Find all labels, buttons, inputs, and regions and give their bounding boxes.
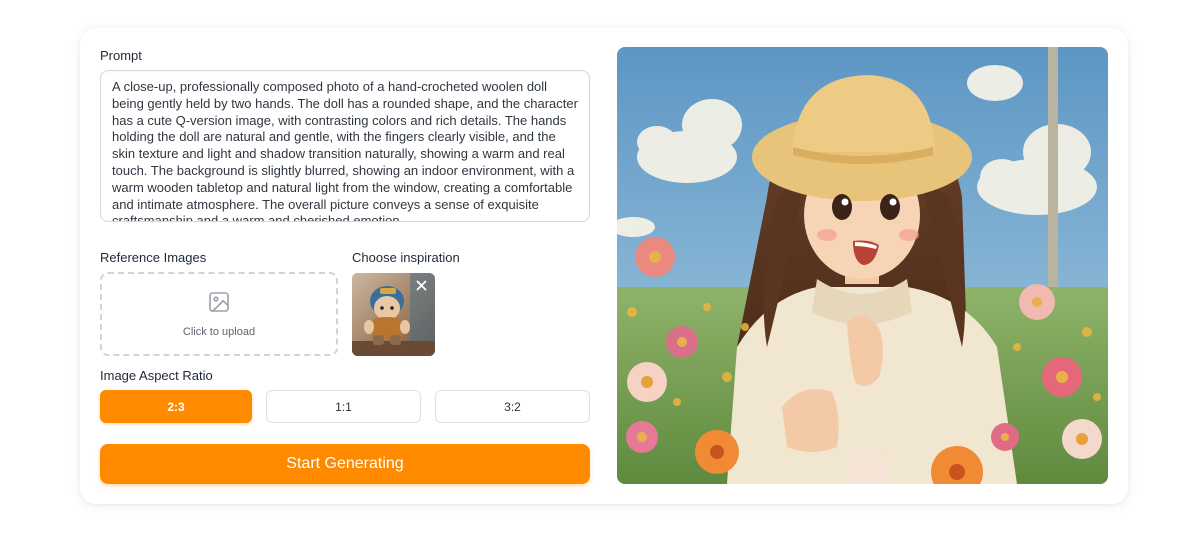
ratio-option-2-3[interactable]: 2:3: [100, 390, 252, 423]
anime-girl-flower-field-image: [617, 47, 1108, 484]
remove-inspiration-button[interactable]: [411, 277, 431, 297]
upload-hint: Click to upload: [182, 326, 256, 338]
close-icon: [416, 278, 427, 296]
choose-inspiration-label: Choose inspiration: [352, 250, 460, 265]
ratio-option-1-1[interactable]: 1:1: [266, 390, 421, 423]
prompt-label: Prompt: [100, 48, 142, 63]
generator-card: Prompt A close-up, professionally compos…: [80, 28, 1128, 504]
aspect-ratio-options: 2:3 1:1 3:2: [100, 390, 590, 423]
ratio-option-3-2[interactable]: 3:2: [435, 390, 590, 423]
image-icon: [207, 290, 231, 319]
start-generating-button[interactable]: Start Generating: [100, 444, 590, 484]
inspiration-thumbnail[interactable]: [352, 273, 435, 356]
generated-image-preview: [617, 47, 1108, 484]
aspect-ratio-label: Image Aspect Ratio: [100, 368, 213, 383]
reference-upload-area[interactable]: Click to upload: [100, 272, 338, 356]
prompt-textarea[interactable]: A close-up, professionally composed phot…: [100, 70, 590, 222]
reference-images-label: Reference Images: [100, 250, 207, 265]
